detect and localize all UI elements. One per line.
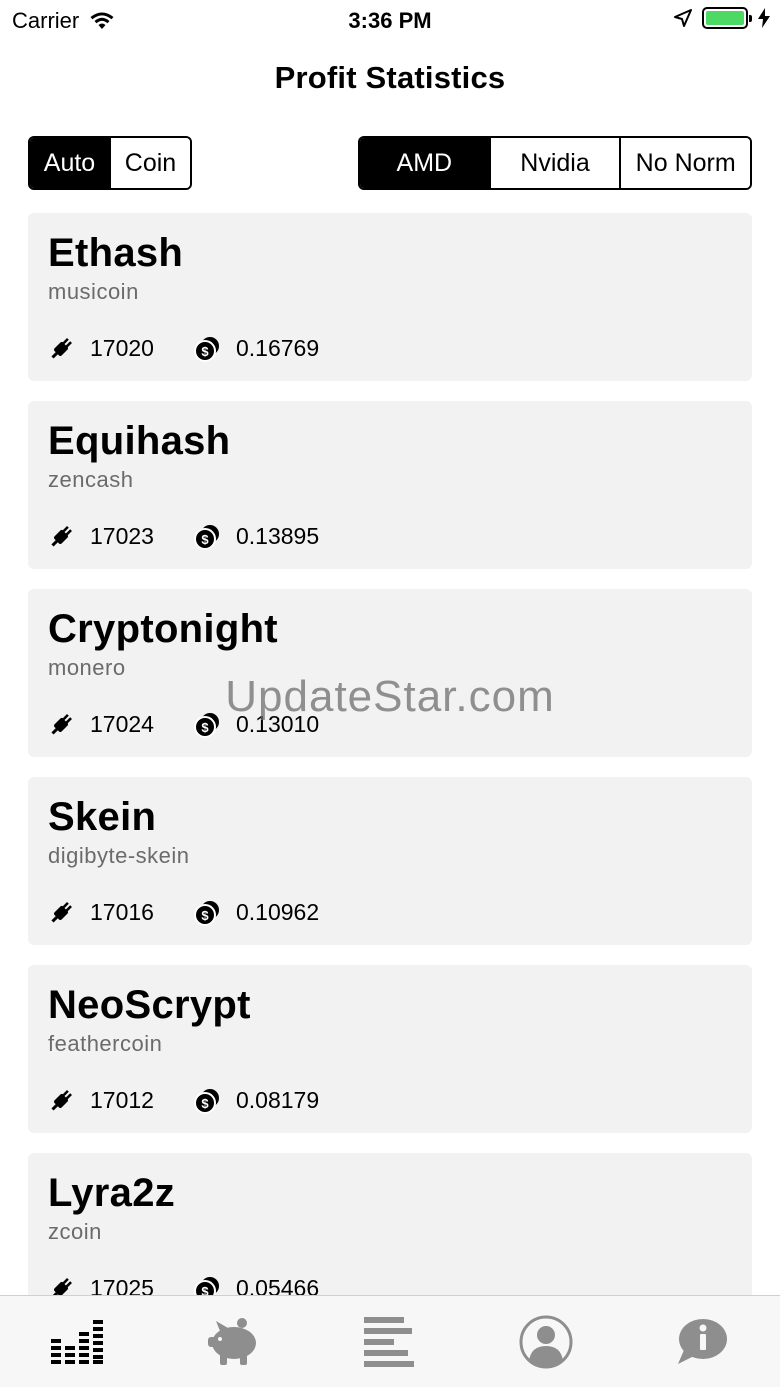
plug-icon [51,901,72,923]
coins-icon: $ [193,900,219,926]
profit-stat: $ 0.16769 [193,335,320,362]
location-arrow-icon [674,9,692,27]
algorithm-card[interactable]: Ethash musicoin 17020 $ 0.16769 [28,213,752,381]
status-bar: Carrier 3:36 PM [0,0,780,40]
power-value: 17020 [90,335,154,361]
power-stat: 17020 [48,335,154,362]
plug-icon [51,1089,72,1111]
card-stats: 17025 $ 0.05466 [48,1275,359,1295]
algorithm-name: Equihash [48,419,231,463]
segment-amd[interactable]: AMD [360,138,489,188]
profit-stat: $ 0.10962 [193,899,320,926]
tab-piggy-bank[interactable] [184,1296,284,1387]
profit-stat: $ 0.13895 [193,523,320,550]
plug-icon [51,337,72,359]
algorithm-card[interactable]: NeoScrypt feathercoin 17012 $ 0.08179 [28,965,752,1133]
battery-level [706,11,744,25]
tab-bar [0,1295,780,1387]
coin-name: musicoin [48,279,139,304]
profit-stat: $ 0.13010 [193,711,320,738]
coins-icon: $ [193,1088,219,1114]
power-value: 17016 [90,899,154,925]
list-icon [364,1316,414,1367]
profit-value: 0.13895 [235,523,320,549]
tab-statistics[interactable] [28,1296,128,1387]
coins-icon: $ [193,712,219,738]
power-value: 17023 [90,523,154,549]
charging-bolt-icon [758,8,770,28]
algorithm-card[interactable]: Equihash zencash 17023 $ 0.13895 [28,401,752,569]
plug-icon [51,525,72,547]
segment-coin[interactable]: Coin [109,138,190,188]
coin-name: digibyte-skein [48,843,190,868]
coin-name: zcoin [48,1219,102,1244]
card-stats: 17016 $ 0.10962 [48,899,359,926]
profit-value: 0.05466 [235,1275,320,1295]
power-value: 17025 [90,1275,154,1295]
tab-list[interactable] [340,1296,440,1387]
svg-text:$: $ [201,1284,209,1296]
svg-text:$: $ [201,532,209,547]
page-title: Profit Statistics [274,60,506,95]
coins-icon: $ [193,336,219,362]
statistics-icon [51,1319,103,1364]
profit-value: 0.16769 [235,335,320,361]
card-stats: 17012 $ 0.08179 [48,1087,359,1114]
algorithm-card[interactable]: Lyra2z zcoin 17025 $ 0.05466 [28,1153,752,1295]
algorithm-list[interactable]: Ethash musicoin 17020 $ 0.16769 Equihash… [28,213,752,1295]
card-stats: 17020 $ 0.16769 [48,335,359,362]
segment-nvidia[interactable]: Nvidia [488,138,620,188]
battery-icon [702,7,752,29]
algorithm-name: Skein [48,795,157,839]
coin-name: monero [48,655,126,680]
status-indicators [674,7,770,29]
card-stats: 17023 $ 0.13895 [48,523,359,550]
tab-profile[interactable] [496,1296,596,1387]
plug-icon [51,713,72,735]
piggy-bank-icon [208,1317,256,1365]
power-value: 17012 [90,1087,154,1113]
segment-no-norm[interactable]: No Norm [619,138,750,188]
coins-icon: $ [193,1276,219,1296]
profit-value: 0.08179 [235,1087,320,1113]
algorithm-card[interactable]: Skein digibyte-skein 17016 $ 0.10962 [28,777,752,945]
power-stat: 17024 [48,711,154,738]
svg-text:$: $ [201,908,209,923]
algorithm-name: NeoScrypt [48,983,251,1027]
svg-text:$: $ [201,720,209,735]
profit-stat: $ 0.08179 [193,1087,320,1114]
power-stat: 17016 [48,899,154,926]
coin-name: feathercoin [48,1031,163,1056]
algorithm-name: Cryptonight [48,607,278,651]
power-value: 17024 [90,711,154,737]
power-stat: 17023 [48,523,154,550]
coin-name: zencash [48,467,134,492]
plug-icon [51,1277,72,1295]
svg-text:$: $ [201,344,209,359]
algorithm-card[interactable]: Cryptonight monero 17024 $ 0.13010 [28,589,752,757]
svg-text:$: $ [201,1096,209,1111]
tab-info[interactable] [652,1296,752,1387]
gpu-segmented-control: AMD Nvidia No Norm [358,136,752,190]
algorithm-name: Lyra2z [48,1171,176,1215]
clock: 3:36 PM [348,8,432,33]
profit-value: 0.13010 [235,711,320,737]
segment-auto[interactable]: Auto [30,138,109,188]
profit-stat: $ 0.05466 [193,1275,320,1296]
profit-value: 0.10962 [235,899,320,925]
power-stat: 17012 [48,1087,154,1114]
algorithm-name: Ethash [48,231,184,275]
power-stat: 17025 [48,1275,154,1295]
mode-segmented-control: Auto Coin [28,136,192,190]
info-icon [678,1318,727,1364]
coins-icon: $ [193,524,219,550]
profile-icon [519,1315,573,1368]
card-stats: 17024 $ 0.13010 [48,711,359,738]
